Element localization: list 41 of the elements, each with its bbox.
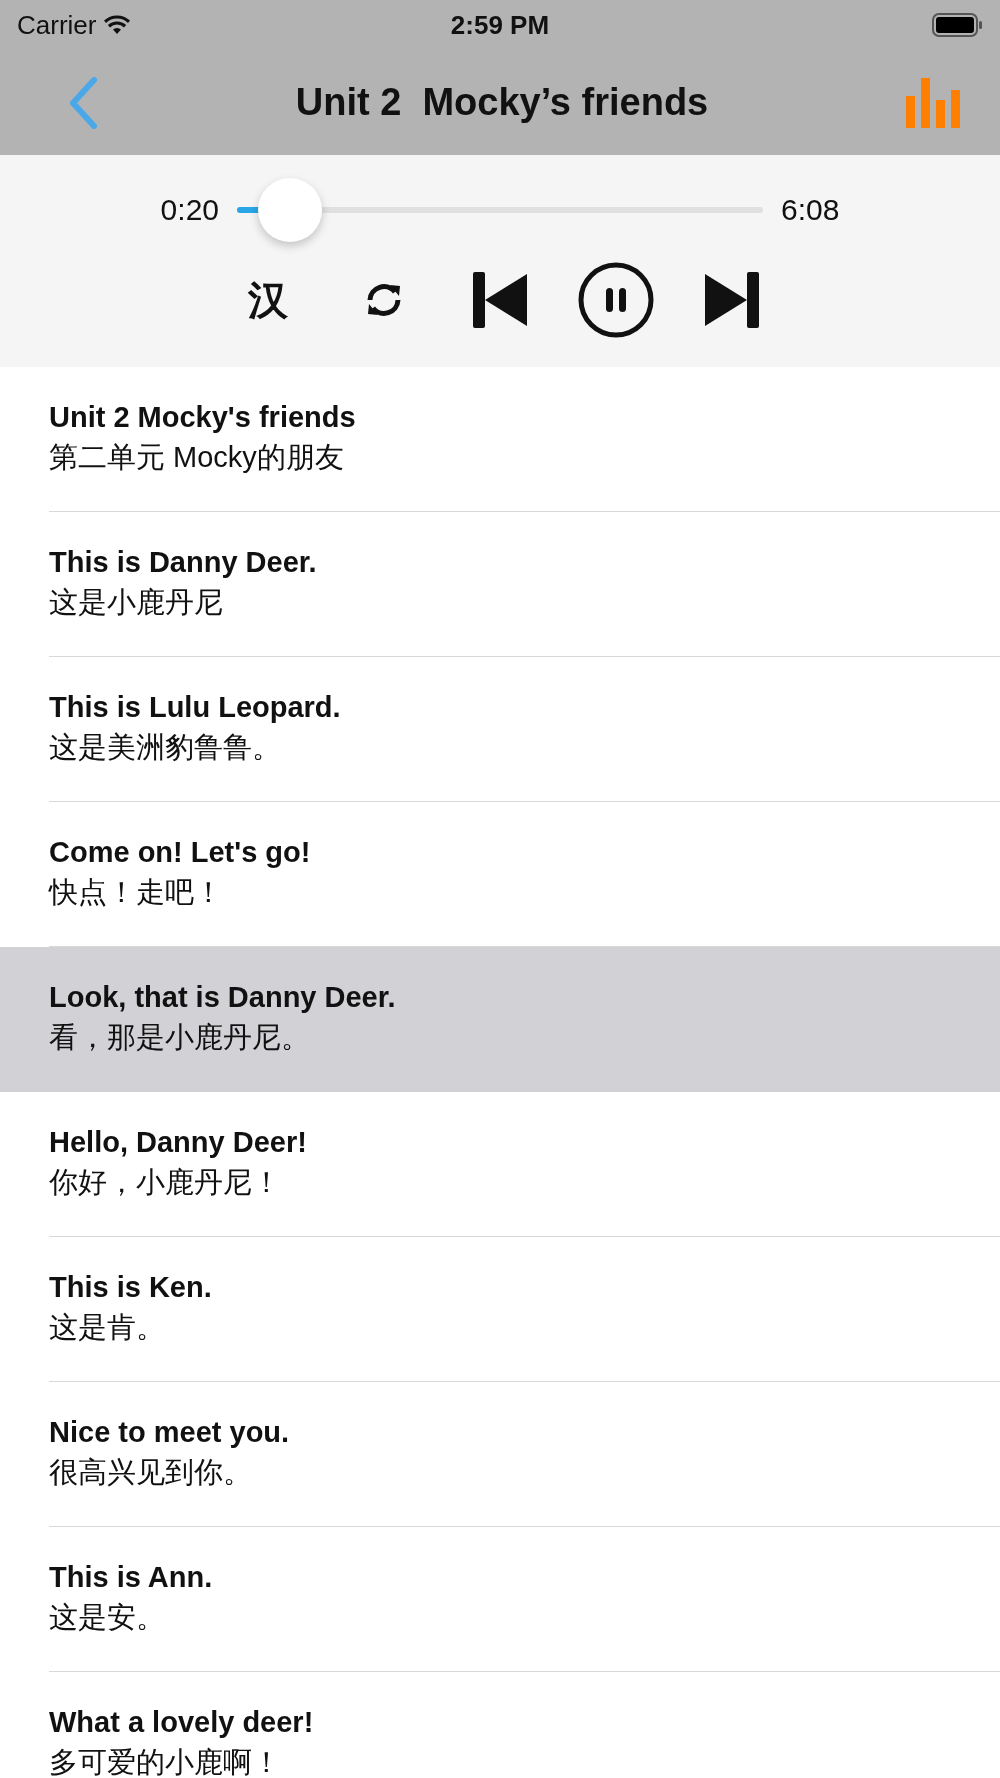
chinese-translation: 这是美洲豹鲁鲁。 (49, 730, 281, 765)
carrier-label: Carrier (17, 9, 97, 41)
english-sentence: Hello, Danny Deer! (49, 1126, 307, 1159)
english-sentence: This is Lulu Leopard. (49, 691, 341, 724)
sentence-row[interactable]: This is Ann. 这是安。 (0, 1527, 1000, 1672)
total-duration: 6:08 (781, 193, 840, 227)
english-sentence: Look, that is Danny Deer. (49, 981, 396, 1014)
chinese-translation: 这是安。 (49, 1600, 165, 1635)
sentence-row[interactable]: Hello, Danny Deer! 你好，小鹿丹尼！ (0, 1092, 1000, 1237)
sentence-row[interactable]: Look, that is Danny Deer. 看，那是小鹿丹尼。 (0, 947, 1000, 1092)
sentence-row[interactable]: This is Danny Deer. 这是小鹿丹尼 (0, 512, 1000, 657)
battery-icon (932, 13, 984, 37)
elapsed-time: 0:20 (160, 193, 219, 227)
chinese-translation: 这是肯。 (49, 1310, 165, 1345)
english-sentence: Come on! Let's go! (49, 836, 311, 869)
english-sentence: What a lovely deer! (49, 1706, 314, 1739)
sentence-row[interactable]: Come on! Let's go! 快点！走吧！ (0, 802, 1000, 947)
chinese-translation: 这是小鹿丹尼 (49, 585, 223, 620)
english-sentence: Nice to meet you. (49, 1416, 290, 1449)
skip-forward-icon (705, 272, 759, 328)
chinese-translation: 多可爱的小鹿啊！ (49, 1745, 281, 1778)
english-sentence: Unit 2 Mocky's friends (49, 401, 356, 434)
wifi-icon (104, 15, 131, 35)
slider-thumb[interactable] (257, 178, 322, 242)
chinese-translation: 第二单元 Mocky的朋友 (49, 440, 344, 475)
screen-title: Unit 2 Mocky’s friends (295, 81, 709, 124)
sentence-row[interactable]: Unit 2 Mocky's friends 第二单元 Mocky的朋友 (0, 367, 1000, 512)
chinese-translation: 很高兴见到你。 (49, 1455, 252, 1490)
sentence-row[interactable]: Nice to meet you. 很高兴见到你。 (0, 1382, 1000, 1527)
sentence-row[interactable]: This is Lulu Leopard. 这是美洲豹鲁鲁。 (0, 657, 1000, 802)
translation-toggle[interactable]: 汉 (227, 259, 309, 341)
sentence-row[interactable]: This is Ken. 这是肯。 (0, 1237, 1000, 1382)
english-sentence: This is Ken. (49, 1271, 212, 1304)
clock-time: 2:59 PM (450, 9, 550, 41)
chinese-translation: 看，那是小鹿丹尼。 (49, 1020, 310, 1055)
chinese-translation: 你好，小鹿丹尼！ (49, 1165, 281, 1200)
chinese-translation: 快点！走吧！ (49, 875, 223, 910)
english-sentence: This is Ann. (49, 1561, 213, 1594)
skip-back-icon (473, 272, 527, 328)
pause-icon (577, 261, 655, 339)
english-sentence: This is Danny Deer. (49, 546, 317, 579)
